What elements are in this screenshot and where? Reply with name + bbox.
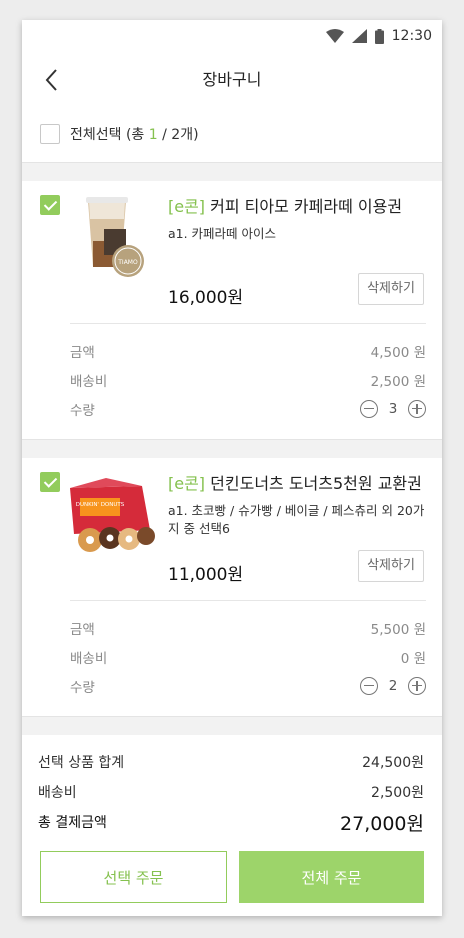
section-divider xyxy=(22,439,442,458)
subtotal-value: 24,500원 xyxy=(362,755,424,771)
shipping-value: 0 원 xyxy=(400,650,426,667)
item-option: a1. 초코빵 / 슈가빵 / 베이글 / 페스츄리 외 20가지 중 선택6 xyxy=(168,503,425,536)
item-name[interactable]: [e콘] 커피 티아모 카페라떼 이용권 xyxy=(168,193,428,217)
delete-button[interactable]: 삭제하기 xyxy=(358,273,424,305)
item-option: a1. 카페라떼 아이스 xyxy=(168,226,277,241)
amount-row: 금액 5,500 원 xyxy=(70,613,426,642)
shipping-row: 배송비 0 원 xyxy=(70,642,426,671)
minus-icon[interactable] xyxy=(360,399,378,418)
item-info: [e콘] 던킨도너츠 도너츠5천원 교환권 a1. 초코빵 / 슈가빵 / 베이… xyxy=(168,470,428,538)
amount-label: 금액 xyxy=(70,344,95,361)
amount-row: 금액 4,500 원 xyxy=(70,336,426,365)
back-button[interactable] xyxy=(40,66,66,94)
order-all-button[interactable]: 전체 주문 xyxy=(239,851,424,903)
status-time: 12:30 xyxy=(391,28,432,44)
subtotal-row: 선택 상품 합계 24,500원 xyxy=(38,747,424,777)
summary-shipping-row: 배송비 2,500원 xyxy=(38,777,424,807)
shipping-value: 2,500 원 xyxy=(370,373,426,390)
order-buttons: 선택 주문 전체 주문 xyxy=(40,851,424,903)
plus-icon[interactable] xyxy=(408,399,426,418)
select-all-label: 전체선택 (총 1 / 2개) xyxy=(70,124,199,144)
item-info: [e콘] 커피 티아모 카페라떼 이용권 a1. 카페라떼 아이스 xyxy=(168,193,428,243)
battery-icon xyxy=(374,28,384,44)
minus-icon[interactable] xyxy=(360,676,378,695)
item-title: 커피 티아모 카페라떼 이용권 xyxy=(210,197,403,216)
item-price: 16,000원 xyxy=(168,288,244,308)
amount-value: 4,500 원 xyxy=(370,344,426,361)
chevron-left-icon xyxy=(45,69,57,91)
item-tag: [e콘] xyxy=(168,197,206,216)
wifi-icon xyxy=(325,29,344,43)
signal-icon xyxy=(351,29,367,43)
cart-item: TIAMO [e콘] 커피 티아모 카페라떼 이용권 a1. 카페라떼 아이스 … xyxy=(22,181,442,439)
select-all-prefix: 전체선택 (총 xyxy=(70,127,149,143)
section-divider xyxy=(22,162,442,181)
tiamo-logo-text: TIAMO xyxy=(117,259,138,266)
quantity-label: 수량 xyxy=(70,402,95,419)
total-value: 27,000원 xyxy=(340,812,424,835)
phone-screen: 12:30 장바구니 전체선택 (총 1 / 2개) TIAMO [e콘] 커피… xyxy=(22,20,442,916)
item-price: 11,000원 xyxy=(168,565,244,585)
cart-item: DUNKIN' DONUTS [e콘] 던킨도너츠 도너츠5천원 교환권 a1.… xyxy=(22,458,442,716)
total-row: 총 결제금액 27,000원 xyxy=(38,807,424,837)
quantity-value: 3 xyxy=(388,400,398,417)
select-all[interactable]: 전체선택 (총 1 / 2개) xyxy=(22,106,442,162)
section-divider xyxy=(22,716,442,735)
amount-label: 금액 xyxy=(70,621,95,638)
shipping-row: 배송비 2,500 원 xyxy=(70,365,426,394)
item-thumbnail: TIAMO xyxy=(66,191,158,283)
summary-shipping-value: 2,500원 xyxy=(371,785,424,801)
header: 장바구니 xyxy=(22,54,442,106)
plus-icon[interactable] xyxy=(408,676,426,695)
item-name[interactable]: [e콘] 던킨도너츠 도너츠5천원 교환권 xyxy=(168,470,428,494)
total-label: 총 결제금액 xyxy=(38,815,107,831)
quantity-stepper: 3 xyxy=(360,399,426,418)
donut-box-image: DUNKIN' DONUTS xyxy=(70,478,155,552)
shipping-label: 배송비 xyxy=(70,650,108,667)
coffee-cup-image: TIAMO xyxy=(86,197,144,277)
subtotal-label: 선택 상품 합계 xyxy=(38,755,125,771)
shipping-label: 배송비 xyxy=(70,373,108,390)
select-all-checkbox[interactable] xyxy=(40,124,60,144)
quantity-label: 수량 xyxy=(70,679,95,696)
quantity-value: 2 xyxy=(388,677,398,694)
summary-shipping-label: 배송비 xyxy=(38,785,77,801)
select-all-suffix: / 2개) xyxy=(157,127,199,143)
page-title: 장바구니 xyxy=(202,70,262,89)
order-summary: 선택 상품 합계 24,500원 배송비 2,500원 총 결제금액 27,000원 xyxy=(22,735,442,837)
quantity-row: 수량 2 xyxy=(70,671,426,700)
item-thumbnail: DUNKIN' DONUTS xyxy=(66,468,158,560)
quantity-stepper: 2 xyxy=(360,676,426,695)
status-bar: 12:30 xyxy=(22,20,442,54)
amount-value: 5,500 원 xyxy=(370,621,426,638)
dunkin-logo-text: DUNKIN' DONUTS xyxy=(76,502,125,508)
select-all-count: 1 xyxy=(148,127,158,143)
quantity-row: 수량 3 xyxy=(70,394,426,423)
item-details: 금액 5,500 원 배송비 0 원 수량 2 xyxy=(70,600,426,700)
order-selected-button[interactable]: 선택 주문 xyxy=(40,851,227,903)
item-checkbox[interactable] xyxy=(40,472,60,492)
item-title: 던킨도너츠 도너츠5천원 교환권 xyxy=(210,474,422,493)
item-details: 금액 4,500 원 배송비 2,500 원 수량 3 xyxy=(70,323,426,423)
item-checkbox[interactable] xyxy=(40,195,60,215)
item-tag: [e콘] xyxy=(168,474,206,493)
delete-button[interactable]: 삭제하기 xyxy=(358,550,424,582)
